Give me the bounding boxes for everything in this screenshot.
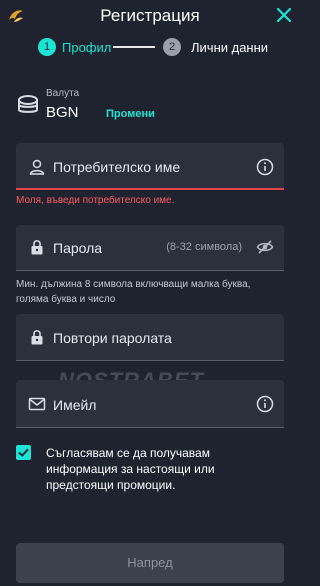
consent-checkbox[interactable] [16,445,31,460]
currency-value: BGN [46,104,79,121]
email-placeholder: Имейл [53,397,97,413]
eye-off-icon[interactable] [256,238,274,256]
info-icon[interactable] [256,395,274,413]
lock-icon [31,330,43,345]
next-button[interactable]: Напред [16,543,284,583]
step-1-label: Профил [62,40,112,55]
info-icon[interactable] [256,158,274,176]
password-field[interactable]: Парола (8-32 символа) [16,225,284,271]
promotions-consent: Съгласявам се да получавам информация за… [16,445,284,495]
password-helper-text: Мин. дължина 8 символа включващи малка б… [16,279,251,305]
change-currency-link[interactable]: Промени [106,108,155,120]
password-placeholder: Парола [53,240,103,256]
repeat-password-placeholder: Повтори паролата [53,330,172,346]
stepper: 1 Профил 2 Лични данни [0,36,300,58]
close-icon[interactable] [274,5,294,25]
coins-icon [18,95,38,113]
user-icon [29,159,45,175]
step-1-indicator: 1 [38,38,56,56]
username-placeholder: Потребителско име [53,159,181,175]
username-field[interactable]: Потребителско име [16,143,284,190]
currency-label: Валута [46,88,80,99]
page-title: Регистрация [100,6,200,25]
mail-icon [28,397,46,411]
checkmark-icon [18,448,29,457]
step-2-label: Лични данни [191,40,269,55]
step-connector [113,46,155,48]
header: Регистрация [0,0,300,34]
password-length-hint: (8-32 символа) [166,241,242,253]
repeat-password-field[interactable]: Повтори паролата [16,314,284,361]
consent-label: Съгласявам се да получавам информация за… [46,446,215,492]
lock-icon [31,240,43,255]
currency-section: Валута BGN Промени [16,88,286,124]
username-error: Моля, въведи потребителско име. [16,195,175,206]
step-2-indicator: 2 [163,38,181,56]
email-field[interactable]: Имейл [16,380,284,428]
